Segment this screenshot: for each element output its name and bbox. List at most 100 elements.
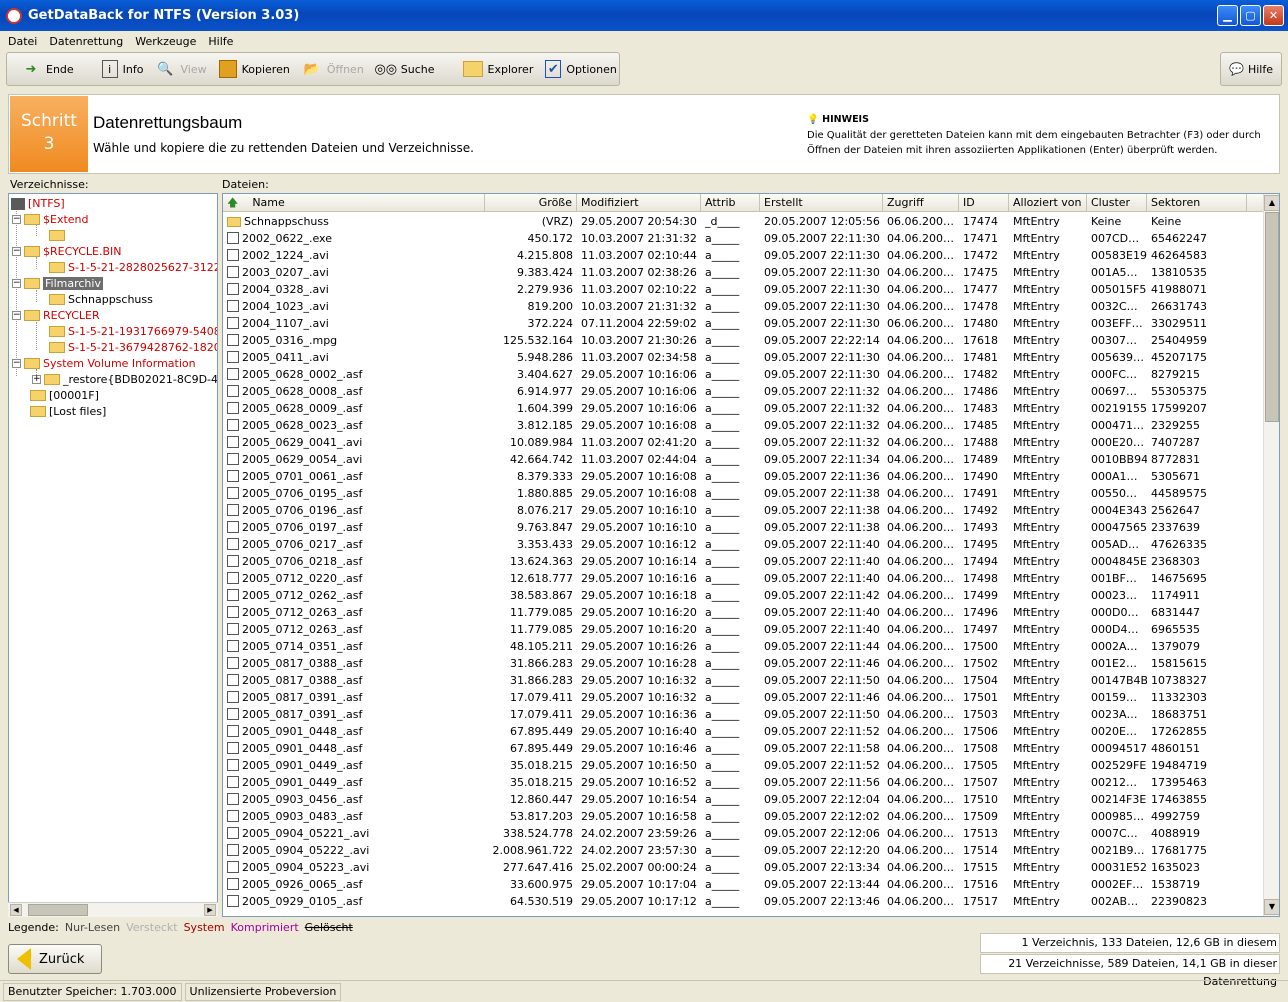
ende-button[interactable]: ➜ Ende (15, 55, 80, 83)
tree-node-sid-2[interactable]: S-1-5-21-1931766979-5408833 (49, 324, 217, 339)
tree-node-ntfs[interactable]: [NTFS] (11, 196, 65, 211)
column-header-attrib[interactable]: Attrib (701, 194, 760, 212)
table-row[interactable]: 2005_0714_0351_.asf 48.105.211 29.05.2007 … (223, 638, 1265, 655)
collapse-toggle[interactable]: − (12, 359, 21, 368)
table-row[interactable]: 2005_0628_0023_.asf 3.812.185 29.05.2007 1… (223, 417, 1265, 434)
hilfe-button[interactable]: 💬 Hilfe (1220, 52, 1282, 86)
table-row[interactable]: 2005_0817_0388_.asf 31.866.283 29.05.2007 … (223, 655, 1265, 672)
collapse-toggle[interactable]: − (12, 215, 21, 224)
tree-node-recycle-bin[interactable]: − $RECYCLE.BIN (12, 244, 121, 259)
table-row[interactable]: 2005_0629_0054_.avi 42.664.742 11.03.2007 … (223, 451, 1265, 468)
table-row[interactable]: 2005_0817_0388_.asf 31.866.283 29.05.2007 … (223, 672, 1265, 689)
tree-node-filmarchiv[interactable]: − Filmarchiv (12, 276, 103, 291)
table-row[interactable]: 2005_0706_0195_.asf 1.880.885 29.05.2007 1… (223, 485, 1265, 502)
table-row[interactable]: 2002_0622_.exe 450.172 10.03.2007 21:31:32… (223, 230, 1265, 247)
expand-toggle[interactable]: + (32, 375, 41, 384)
file-list[interactable]: 🡅 Name Größe Modifiziert Attrib Erstellt… (222, 193, 1280, 917)
table-row[interactable]: 2004_1107_.avi 372.224 07.11.2004 22:59:02… (223, 315, 1265, 332)
close-button[interactable]: ✕ (1263, 5, 1284, 26)
menu-datei[interactable]: Datei (8, 35, 37, 48)
table-row[interactable]: 2005_0628_0008_.asf 6.914.977 29.05.2007 1… (223, 383, 1265, 400)
table-row[interactable]: 2005_0901_0449_.asf 35.018.215 29.05.2007 … (223, 757, 1265, 774)
tree-node-restore[interactable]: +_restore{BDB02021-8C9D-4BD9 (32, 372, 217, 387)
table-row[interactable]: 2005_0901_0448_.asf 67.895.449 29.05.2007 … (223, 740, 1265, 757)
table-row[interactable]: 2005_0901_0449_.asf 35.018.215 29.05.2007 … (223, 774, 1265, 791)
table-row[interactable]: 2005_0926_0065_.asf 33.600.975 29.05.2007 … (223, 876, 1265, 893)
scroll-left-button[interactable]: ◀ (10, 904, 22, 916)
info-button[interactable]: i Info (96, 55, 150, 83)
scroll-thumb[interactable] (1265, 212, 1279, 422)
table-row[interactable]: 2005_0706_0197_.asf 9.763.847 29.05.2007 1… (223, 519, 1265, 536)
table-row[interactable]: Schnappschuss (VRZ) 29.05.2007 20:54:30 _d_… (223, 213, 1265, 230)
column-header-allocated-by[interactable]: Alloziert von (1009, 194, 1087, 212)
scroll-thumb[interactable] (28, 904, 88, 916)
directory-tree[interactable]: [NTFS] − $Extend − $RECYCLE.BIN S-1-5-21-2… (8, 193, 218, 917)
column-header-modified[interactable]: Modifiziert (577, 194, 701, 212)
file-list-vertical-scrollbar[interactable]: ▲ ▼ (1263, 194, 1279, 916)
tree-node-sid-3[interactable]: S-1-5-21-3679428762-1820298 (49, 340, 217, 355)
tree-node-unnamed[interactable] (49, 228, 68, 243)
table-row[interactable]: 2005_0904_05221_.avi 338.524.778 24.02.200… (223, 825, 1265, 842)
suche-button[interactable]: ◎◎ Suche (370, 55, 441, 83)
table-row[interactable]: 2005_0903_0456_.asf 12.860.447 29.05.2007 … (223, 791, 1265, 808)
scroll-right-button[interactable]: ▶ (204, 904, 216, 916)
table-row[interactable]: 2005_0712_0262_.asf 38.583.867 29.05.2007 … (223, 587, 1265, 604)
column-header-name[interactable]: 🡅 Name (223, 194, 485, 212)
column-header-sectors[interactable]: Sektoren (1147, 194, 1247, 212)
table-row[interactable]: 2005_0628_0002_.asf 3.404.627 29.05.2007 1… (223, 366, 1265, 383)
tree-node-sid-1[interactable]: S-1-5-21-2828025627-3122886 (49, 260, 217, 275)
table-row[interactable]: 2005_0701_0061_.asf 8.379.333 29.05.2007 1… (223, 468, 1265, 485)
maximize-button[interactable]: ▢ (1240, 5, 1261, 26)
table-cell: 5.948.286 (517, 351, 573, 364)
file-list-header: 🡅 Name Größe Modifiziert Attrib Erstellt… (223, 194, 1265, 212)
table-row[interactable]: 2005_0706_0196_.asf 8.076.217 29.05.2007 1… (223, 502, 1265, 519)
column-header-size[interactable]: Größe (485, 194, 577, 212)
table-row[interactable]: 2004_0328_.avi 2.279.936 11.03.2007 02:10:… (223, 281, 1265, 298)
column-header-id[interactable]: ID (959, 194, 1009, 212)
table-row[interactable]: 2004_1023_.avi 819.200 10.03.2007 21:31:32… (223, 298, 1265, 315)
column-header-created[interactable]: Erstellt (760, 194, 883, 212)
table-row[interactable]: 2005_0629_0041_.avi 10.089.984 11.03.2007 … (223, 434, 1265, 451)
table-row[interactable]: 2005_0903_0483_.asf 53.817.203 29.05.2007 … (223, 808, 1265, 825)
tree-node-00001f[interactable]: [00001F] (30, 388, 99, 403)
scroll-down-button[interactable]: ▼ (1264, 899, 1279, 915)
collapse-toggle[interactable]: − (12, 247, 21, 256)
table-row[interactable]: 2002_1224_.avi 4.215.808 11.03.2007 02:10:… (223, 247, 1265, 264)
menu-hilfe[interactable]: Hilfe (208, 35, 233, 48)
tree-horizontal-scrollbar[interactable]: ◀ ▶ (8, 902, 218, 917)
kopieren-button[interactable]: Kopieren (213, 55, 296, 83)
table-row[interactable]: 2005_0904_05223_.avi 277.647.416 25.02.200… (223, 859, 1265, 876)
table-row[interactable]: 2005_0706_0218_.asf 13.624.363 29.05.2007 … (223, 553, 1265, 570)
table-row[interactable]: 2005_0712_0263_.asf 11.779.085 29.05.2007 … (223, 621, 1265, 638)
table-row[interactable]: 2005_0712_0220_.asf 12.618.777 29.05.2007 … (223, 570, 1265, 587)
table-row[interactable]: 2005_0817_0391_.asf 17.079.411 29.05.2007 … (223, 689, 1265, 706)
table-row[interactable]: 2005_0706_0217_.asf 3.353.433 29.05.2007 1… (223, 536, 1265, 553)
table-row[interactable]: 2005_0904_05222_.avi 2.008.961.722 24.02.2… (223, 842, 1265, 859)
table-row[interactable]: 2005_0316_.mpg 125.532.164 10.03.2007 21:3… (223, 332, 1265, 349)
collapse-toggle[interactable]: − (12, 311, 21, 320)
minimize-button[interactable]: ▁ (1217, 5, 1238, 26)
back-button[interactable]: Zurück (8, 944, 102, 974)
offnen-button[interactable]: 📂 Öffnen (296, 55, 370, 83)
menu-datenrettung[interactable]: Datenrettung (49, 35, 123, 48)
optionen-button[interactable]: ✔ Optionen (539, 55, 622, 83)
tree-node-schnappschuss[interactable]: Schnappschuss (49, 292, 153, 307)
column-header-accessed[interactable]: Zugriff (883, 194, 959, 212)
collapse-toggle[interactable]: − (12, 279, 21, 288)
column-header-cluster[interactable]: Cluster (1087, 194, 1147, 212)
tree-node-lost-files[interactable]: [Lost files] (30, 404, 106, 419)
scroll-up-button[interactable]: ▲ (1264, 195, 1279, 211)
view-button[interactable]: 🔍 View (150, 55, 213, 83)
table-row[interactable]: 2005_0929_0105_.asf 64.530.519 29.05.2007 … (223, 893, 1265, 910)
tree-node-system-volume-information[interactable]: − System Volume Information (12, 356, 196, 371)
tree-node-recycler[interactable]: − RECYCLER (12, 308, 100, 323)
table-row[interactable]: 2003_0207_.avi 9.383.424 11.03.2007 02:38:… (223, 264, 1265, 281)
tree-node-extend[interactable]: − $Extend (12, 212, 89, 227)
menu-werkzeuge[interactable]: Werkzeuge (135, 35, 196, 48)
table-row[interactable]: 2005_0901_0448_.asf 67.895.449 29.05.2007 … (223, 723, 1265, 740)
table-row[interactable]: 2005_0628_0009_.asf 1.604.399 29.05.2007 1… (223, 400, 1265, 417)
explorer-button[interactable]: Explorer (457, 55, 540, 83)
table-row[interactable]: 2005_0411_.avi 5.948.286 11.03.2007 02:34:… (223, 349, 1265, 366)
table-row[interactable]: 2005_0817_0391_.asf 17.079.411 29.05.2007 … (223, 706, 1265, 723)
table-row[interactable]: 2005_0712_0263_.asf 11.779.085 29.05.2007 … (223, 604, 1265, 621)
